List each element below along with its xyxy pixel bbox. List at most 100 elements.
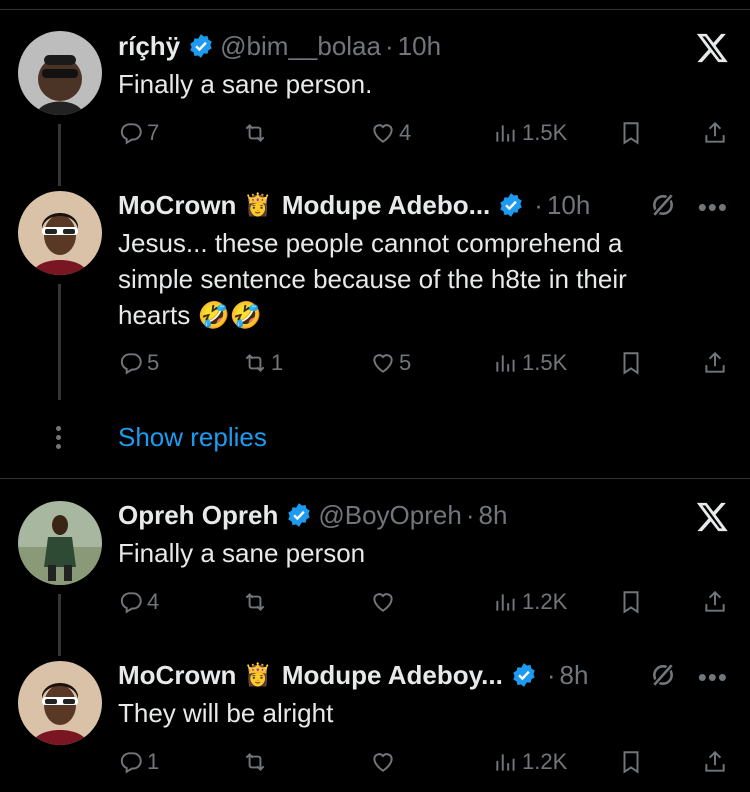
like-button[interactable]: 5: [370, 348, 411, 378]
reply-count: 7: [147, 120, 160, 145]
share-icon: [702, 350, 728, 376]
action-bar: 1 1.2K: [118, 747, 730, 777]
grok-icon[interactable]: [650, 660, 676, 690]
bookmark-icon: [618, 589, 644, 615]
like-icon: [370, 749, 396, 775]
like-icon: [370, 120, 396, 146]
retweet-icon: [242, 120, 268, 146]
avatar[interactable]: [18, 31, 102, 115]
like-button[interactable]: [370, 587, 399, 617]
action-bar: 5 1 5 1.5K: [118, 348, 730, 378]
avatar[interactable]: [18, 501, 102, 585]
reply-button[interactable]: 5: [118, 348, 159, 378]
timestamp[interactable]: 8h: [479, 500, 508, 531]
reply-icon: [118, 749, 144, 775]
crown-emoji: 👸: [244, 192, 272, 217]
views-button[interactable]: 1.5K: [493, 348, 567, 378]
reply-button[interactable]: 7: [118, 118, 159, 148]
thread-line: [58, 284, 61, 400]
views-icon: [493, 350, 519, 376]
more-options-button[interactable]: •••: [698, 662, 728, 693]
reply-icon: [118, 120, 144, 146]
more-options-button[interactable]: •••: [698, 192, 728, 223]
views-count: 1.2K: [522, 749, 568, 774]
tweet[interactable]: MoCrown 👸 Modupe Adebo... · 10h Jesus...…: [118, 185, 730, 333]
views-button[interactable]: 1.2K: [493, 747, 567, 777]
thread-line: [58, 594, 61, 656]
views-icon: [493, 589, 519, 615]
bookmark-icon: [618, 749, 644, 775]
retweet-button[interactable]: [242, 587, 271, 617]
verified-icon: [188, 33, 214, 59]
like-count: 4: [399, 120, 412, 145]
reply-count: 5: [147, 350, 160, 375]
x-logo-icon[interactable]: [696, 31, 730, 65]
like-button[interactable]: [370, 747, 399, 777]
timestamp[interactable]: 8h: [560, 660, 589, 691]
verified-icon: [498, 192, 524, 218]
retweet-button[interactable]: 1: [242, 348, 283, 378]
retweet-button[interactable]: [242, 118, 271, 148]
bookmark-icon: [618, 350, 644, 376]
retweet-count: 1: [271, 350, 284, 375]
action-bar: 4 1.2K: [118, 587, 730, 617]
views-icon: [493, 120, 519, 146]
views-icon: [493, 749, 519, 775]
views-button[interactable]: 1.5K: [493, 118, 567, 148]
views-count: 1.5K: [522, 350, 568, 375]
views-count: 1.5K: [522, 120, 568, 145]
x-logo-icon[interactable]: [696, 500, 730, 534]
like-icon: [370, 589, 396, 615]
share-button[interactable]: [702, 587, 731, 617]
separator-dot: ·: [465, 499, 475, 530]
views-count: 1.2K: [522, 589, 568, 614]
username[interactable]: @bim__bolaa: [220, 31, 381, 62]
tweet-text: Finally a sane person: [118, 538, 366, 568]
share-button[interactable]: [702, 118, 731, 148]
display-name[interactable]: Opreh Opreh: [118, 500, 278, 531]
action-bar: 7 4 1.5K: [118, 118, 730, 148]
separator-dot: ·: [384, 30, 394, 61]
share-button[interactable]: [702, 348, 731, 378]
bookmark-button[interactable]: [618, 118, 647, 148]
tweet-text: Finally a sane person.: [118, 69, 373, 99]
section-divider: [0, 478, 750, 479]
display-name-secondary[interactable]: Modupe Adebo...: [282, 190, 490, 221]
grok-icon[interactable]: [650, 190, 676, 220]
reply-button[interactable]: 1: [118, 747, 159, 777]
separator-dot: ·: [546, 659, 556, 690]
verified-icon: [511, 662, 537, 688]
views-button[interactable]: 1.2K: [493, 587, 567, 617]
separator-dot: ·: [534, 189, 543, 220]
avatar[interactable]: [18, 191, 102, 275]
tweet-text: Jesus... these people cannot comprehend …: [118, 228, 627, 330]
reply-count: 1: [147, 749, 160, 774]
reply-icon: [118, 350, 144, 376]
avatar[interactable]: [18, 661, 102, 745]
timestamp[interactable]: 10h: [398, 31, 441, 62]
timestamp[interactable]: 10h: [547, 190, 590, 221]
reply-button[interactable]: 4: [118, 587, 159, 617]
share-icon: [702, 589, 728, 615]
display-name[interactable]: ríçhÿ: [118, 31, 180, 62]
retweet-icon: [242, 350, 268, 376]
retweet-button[interactable]: [242, 747, 271, 777]
crown-emoji: 👸: [244, 662, 272, 687]
bookmark-button[interactable]: [618, 747, 647, 777]
show-replies-link[interactable]: Show replies: [118, 422, 267, 453]
verified-icon: [286, 502, 312, 528]
like-icon: [370, 350, 396, 376]
display-name-secondary[interactable]: Modupe Adeboy...: [282, 660, 503, 691]
like-button[interactable]: 4: [370, 118, 411, 148]
tweet[interactable]: Opreh Opreh @BoyOpreh · 8h Finally a san…: [118, 495, 730, 571]
tweet[interactable]: MoCrown 👸 Modupe Adeboy... · 8h They wil…: [118, 655, 730, 731]
thread-dots: [56, 426, 62, 453]
share-button[interactable]: [702, 747, 731, 777]
display-name[interactable]: MoCrown: [118, 190, 236, 221]
bookmark-button[interactable]: [618, 348, 647, 378]
display-name[interactable]: MoCrown: [118, 660, 236, 691]
like-count: 5: [399, 350, 412, 375]
bookmark-button[interactable]: [618, 587, 647, 617]
username[interactable]: @BoyOpreh: [318, 500, 461, 531]
tweet[interactable]: ríçhÿ @bim__bolaa · 10h Finally a sane p…: [118, 26, 730, 102]
